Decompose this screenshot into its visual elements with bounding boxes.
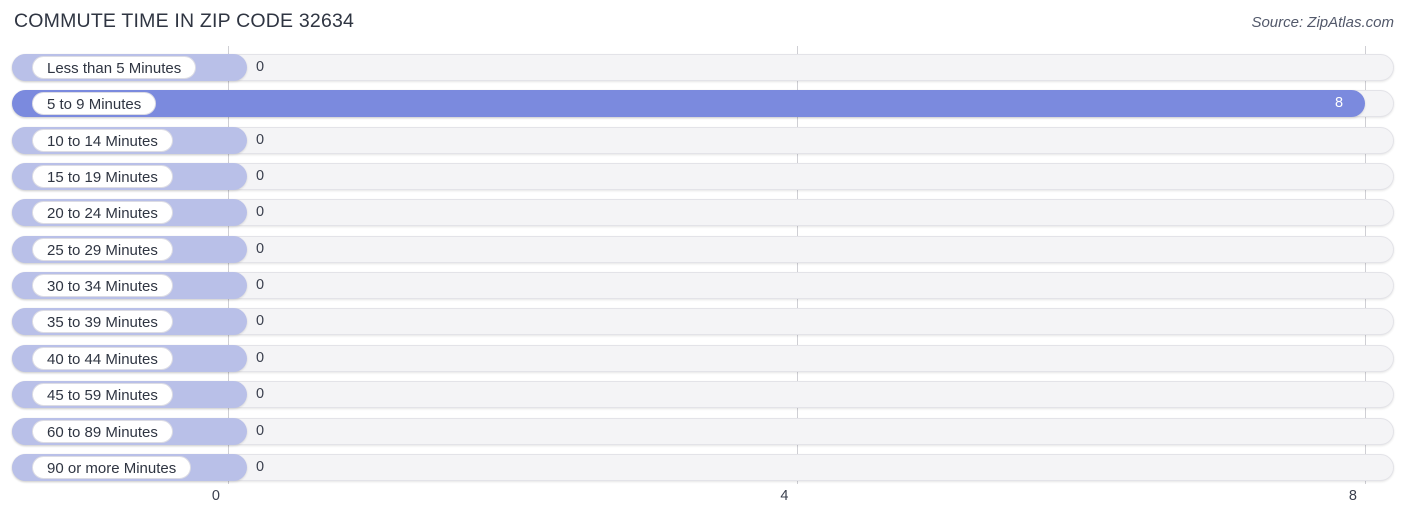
bar-row[interactable]: 45 to 59 Minutes 0 xyxy=(12,381,1394,409)
bar-value: 0 xyxy=(256,131,265,148)
bar-row[interactable]: 10 to 14 Minutes 0 xyxy=(12,126,1394,154)
bar-label: Less than 5 Minutes xyxy=(32,56,197,79)
bar-label: 30 to 34 Minutes xyxy=(32,274,173,298)
bar-row[interactable]: 5 to 9 Minutes 8 xyxy=(12,90,1394,118)
bar-value: 0 xyxy=(256,168,265,185)
x-axis: 0 4 8 xyxy=(0,484,1406,524)
bar-label: 35 to 39 Minutes xyxy=(32,310,173,334)
bar-label: 15 to 19 Minutes xyxy=(32,165,173,189)
bar-label: 90 or more Minutes xyxy=(32,455,192,479)
bar-fill xyxy=(12,90,1365,118)
bar-label: 5 to 9 Minutes xyxy=(32,92,157,116)
bar-label: 60 to 89 Minutes xyxy=(32,419,173,443)
bar-row[interactable]: 35 to 39 Minutes 0 xyxy=(12,308,1394,336)
bar-value: 0 xyxy=(256,204,265,221)
bar-row[interactable]: 90 or more Minutes 0 xyxy=(12,453,1394,481)
bar-label: 40 to 44 Minutes xyxy=(32,346,173,370)
bar-value: 0 xyxy=(256,458,265,475)
bar-row[interactable]: 60 to 89 Minutes 0 xyxy=(12,417,1394,445)
bar-row[interactable]: 25 to 29 Minutes 0 xyxy=(12,235,1394,263)
bar-row[interactable]: 40 to 44 Minutes 0 xyxy=(12,344,1394,372)
bar-value: 0 xyxy=(256,59,265,75)
bar-label: 45 to 59 Minutes xyxy=(32,383,173,407)
chart-plot-area: Less than 5 Minutes 0 5 to 9 Minutes 8 10 to… xyxy=(0,46,1406,484)
bar-row[interactable]: 15 to 19 Minutes 0 xyxy=(12,163,1394,191)
page-title: COMMUTE TIME IN ZIP CODE 32634 xyxy=(14,10,355,32)
bar-label: 25 to 29 Minutes xyxy=(32,237,173,261)
bar-value: 0 xyxy=(256,422,265,439)
bar-value: 0 xyxy=(256,349,265,366)
bar-row[interactable]: 30 to 34 Minutes 0 xyxy=(12,272,1394,300)
bar-value: 8 xyxy=(1335,95,1344,112)
bar-rows: Less than 5 Minutes 0 5 to 9 Minutes 8 10 to… xyxy=(0,46,1406,484)
axis-tick-label: 8 xyxy=(1348,488,1357,504)
source-attribution: Source: ZipAtlas.com xyxy=(1251,14,1394,31)
chart-header: COMMUTE TIME IN ZIP CODE 32634 Source: Z… xyxy=(0,0,1406,46)
axis-tick-label: 0 xyxy=(211,488,220,504)
bar-value: 0 xyxy=(256,313,265,330)
bar-row[interactable]: 20 to 24 Minutes 0 xyxy=(12,199,1394,227)
bar-value: 0 xyxy=(256,277,265,294)
axis-tick-label: 4 xyxy=(780,488,789,504)
bar-value: 0 xyxy=(256,386,265,403)
bar-label: 10 to 14 Minutes xyxy=(32,128,173,152)
bar-value: 0 xyxy=(256,240,265,257)
bar-label: 20 to 24 Minutes xyxy=(32,201,173,225)
bar-row[interactable]: Less than 5 Minutes 0 xyxy=(12,54,1394,81)
